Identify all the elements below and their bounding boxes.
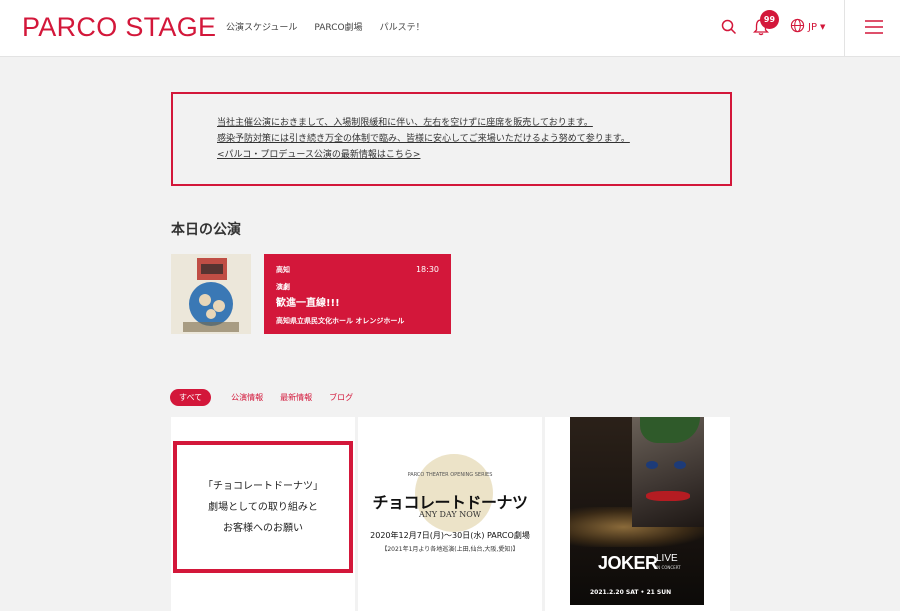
tab-all[interactable]: すべて	[170, 389, 212, 406]
nav-parco-theater[interactable]: PARCO劇場	[314, 20, 362, 33]
joker-title: JOKER	[598, 553, 658, 573]
hamburger-menu-icon[interactable]	[865, 19, 883, 39]
header-divider	[844, 0, 845, 57]
today-section-title: 本日の公演	[171, 222, 241, 238]
performance-venue: 高知県立県民文化ホール オレンジホール	[276, 317, 405, 325]
notice-line-seating[interactable]: 当社主催公演におきまして、入場制限緩和に伴い、左右を空けずに座席を販売しておりま…	[217, 115, 730, 131]
performance-location: 高知	[276, 266, 290, 274]
choco-subtitle: ANY DAY NOW	[418, 510, 482, 519]
news-card-joker-poster[interactable]: JOKER LIVE IN CONCERT 2021.2.20 SAT • 21…	[545, 417, 730, 611]
choco-series-label: PARCO THEATER OPENING SERIES	[407, 472, 493, 478]
nav-schedule[interactable]: 公演スケジュール	[226, 20, 297, 33]
language-selector[interactable]: JP ▼	[790, 18, 825, 36]
choco-notice-line-2: 劇場としての取り組みと	[208, 501, 318, 513]
performance-genre: 演劇	[276, 283, 290, 291]
choco-date: 2020年12月7日(月)〜30日(水) PARCO劇場	[370, 531, 530, 540]
joker-poster-image: JOKER LIVE IN CONCERT 2021.2.20 SAT • 21…	[570, 417, 704, 605]
choco-notice-line-1: 「チョコレートドーナツ」	[203, 480, 323, 492]
notice-line-prevention[interactable]: 感染予防対策には引き続き万全の体制で臨み、皆様に安心してご来場いただけるよう努め…	[217, 131, 730, 147]
choco-notice-line-3: お客様へのお願い	[223, 522, 303, 534]
performance-thumbnail[interactable]	[171, 254, 251, 334]
language-label: JP	[808, 21, 817, 33]
performance-card[interactable]: 高知 18:30 演劇 歓進一直線!!! 高知県立県民文化ホール オレンジホール	[264, 254, 451, 334]
choco-tour: 【2021年1月より各地巡演(上田,仙台,大阪,愛知)】	[381, 546, 519, 553]
tab-blog[interactable]: ブログ	[329, 392, 370, 403]
notice-line-latest-link[interactable]: <パルコ・プロデュース公演の最新情報はこちら>	[217, 147, 730, 163]
tab-latest-news[interactable]: 最新情報	[280, 392, 329, 403]
joker-concert: IN CONCERT	[656, 565, 681, 570]
site-header: PARCO STAGE 公演スケジュール PARCO劇場 パルステ！ 99 JP…	[0, 0, 900, 57]
globe-icon	[790, 18, 805, 36]
site-logo[interactable]: PARCO STAGE	[22, 12, 216, 43]
notification-badge: 99	[760, 10, 779, 29]
performance-time: 18:30	[415, 265, 439, 274]
joker-date: 2021.2.20 SAT • 21 SUN	[590, 589, 672, 596]
joker-face-graphic	[632, 417, 704, 527]
filter-tabs: すべて 公演情報 最新情報 ブログ	[170, 389, 370, 406]
caret-down-icon: ▼	[819, 23, 826, 31]
tab-performance-info[interactable]: 公演情報	[231, 392, 280, 403]
performance-title: 歓進一直線!!!	[276, 298, 340, 309]
notice-frame: 「チョコレートドーナツ」 劇場としての取り組みと お客様へのお願い	[173, 441, 353, 573]
notice-box: 当社主催公演におきまして、入場制限緩和に伴い、左右を空けずに座席を販売しておりま…	[171, 92, 732, 186]
joker-live: LIVE	[656, 553, 678, 564]
news-card-choco-poster[interactable]: PARCO THEATER OPENING SERIES チョコレートドーナツ …	[358, 417, 542, 611]
news-card-choco-notice[interactable]: 「チョコレートドーナツ」 劇場としての取り組みと お客様へのお願い	[171, 417, 355, 611]
search-icon[interactable]	[721, 19, 737, 39]
main-nav: 公演スケジュール PARCO劇場 パルステ！	[226, 20, 425, 33]
nav-parusute[interactable]: パルステ！	[380, 20, 425, 33]
